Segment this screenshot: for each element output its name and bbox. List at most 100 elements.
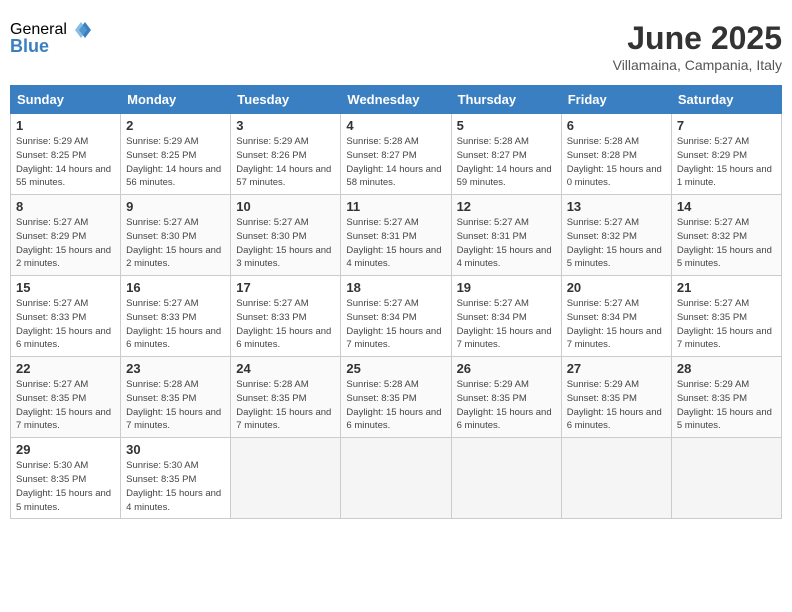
sunrise-label: Sunrise: 5:27 AM [236, 217, 308, 228]
sunset-label: Sunset: 8:32 PM [567, 231, 637, 242]
calendar-cell: 17 Sunrise: 5:27 AM Sunset: 8:33 PM Dayl… [231, 276, 341, 357]
day-info: Sunrise: 5:27 AM Sunset: 8:35 PM Dayligh… [16, 378, 115, 433]
sunset-label: Sunset: 8:34 PM [457, 312, 527, 323]
day-number: 20 [567, 280, 666, 295]
calendar-cell [231, 438, 341, 519]
day-info: Sunrise: 5:29 AM Sunset: 8:35 PM Dayligh… [457, 378, 556, 433]
calendar-header-monday: Monday [121, 86, 231, 114]
daylight-label: Daylight: 14 hours and 55 minutes. [16, 164, 111, 189]
sunset-label: Sunset: 8:33 PM [236, 312, 306, 323]
day-number: 6 [567, 118, 666, 133]
daylight-label: Daylight: 15 hours and 2 minutes. [126, 245, 221, 270]
calendar-cell: 4 Sunrise: 5:28 AM Sunset: 8:27 PM Dayli… [341, 114, 451, 195]
day-number: 5 [457, 118, 556, 133]
daylight-label: Daylight: 15 hours and 6 minutes. [346, 407, 441, 432]
sunrise-label: Sunrise: 5:27 AM [677, 136, 749, 147]
sunset-label: Sunset: 8:26 PM [236, 150, 306, 161]
day-info: Sunrise: 5:27 AM Sunset: 8:33 PM Dayligh… [126, 297, 225, 352]
day-info: Sunrise: 5:27 AM Sunset: 8:30 PM Dayligh… [126, 216, 225, 271]
day-info: Sunrise: 5:27 AM Sunset: 8:32 PM Dayligh… [677, 216, 776, 271]
calendar-cell: 22 Sunrise: 5:27 AM Sunset: 8:35 PM Dayl… [11, 357, 121, 438]
day-number: 30 [126, 442, 225, 457]
sunrise-label: Sunrise: 5:30 AM [126, 460, 198, 471]
calendar-cell: 8 Sunrise: 5:27 AM Sunset: 8:29 PM Dayli… [11, 195, 121, 276]
sunrise-label: Sunrise: 5:27 AM [677, 298, 749, 309]
sunrise-label: Sunrise: 5:28 AM [567, 136, 639, 147]
daylight-label: Daylight: 14 hours and 56 minutes. [126, 164, 221, 189]
sunrise-label: Sunrise: 5:28 AM [346, 379, 418, 390]
sunset-label: Sunset: 8:33 PM [16, 312, 86, 323]
sunset-label: Sunset: 8:31 PM [346, 231, 416, 242]
calendar-table: SundayMondayTuesdayWednesdayThursdayFrid… [10, 85, 782, 519]
daylight-label: Daylight: 15 hours and 3 minutes. [236, 245, 331, 270]
daylight-label: Daylight: 15 hours and 7 minutes. [567, 326, 662, 351]
daylight-label: Daylight: 15 hours and 6 minutes. [567, 407, 662, 432]
calendar-cell: 3 Sunrise: 5:29 AM Sunset: 8:26 PM Dayli… [231, 114, 341, 195]
sunset-label: Sunset: 8:30 PM [126, 231, 196, 242]
day-info: Sunrise: 5:30 AM Sunset: 8:35 PM Dayligh… [126, 459, 225, 514]
day-info: Sunrise: 5:27 AM Sunset: 8:35 PM Dayligh… [677, 297, 776, 352]
calendar-cell: 21 Sunrise: 5:27 AM Sunset: 8:35 PM Dayl… [671, 276, 781, 357]
sunrise-label: Sunrise: 5:29 AM [16, 136, 88, 147]
sunset-label: Sunset: 8:35 PM [236, 393, 306, 404]
day-number: 28 [677, 361, 776, 376]
day-info: Sunrise: 5:27 AM Sunset: 8:32 PM Dayligh… [567, 216, 666, 271]
calendar-cell: 6 Sunrise: 5:28 AM Sunset: 8:28 PM Dayli… [561, 114, 671, 195]
day-number: 16 [126, 280, 225, 295]
sunrise-label: Sunrise: 5:27 AM [236, 298, 308, 309]
location: Villamaina, Campania, Italy [613, 57, 782, 73]
calendar-week-1: 1 Sunrise: 5:29 AM Sunset: 8:25 PM Dayli… [11, 114, 782, 195]
sunset-label: Sunset: 8:30 PM [236, 231, 306, 242]
calendar-cell: 26 Sunrise: 5:29 AM Sunset: 8:35 PM Dayl… [451, 357, 561, 438]
daylight-label: Daylight: 14 hours and 58 minutes. [346, 164, 441, 189]
logo: General Blue [10, 20, 91, 57]
calendar-cell: 29 Sunrise: 5:30 AM Sunset: 8:35 PM Dayl… [11, 438, 121, 519]
day-info: Sunrise: 5:28 AM Sunset: 8:35 PM Dayligh… [126, 378, 225, 433]
day-number: 3 [236, 118, 335, 133]
calendar-week-5: 29 Sunrise: 5:30 AM Sunset: 8:35 PM Dayl… [11, 438, 782, 519]
day-number: 14 [677, 199, 776, 214]
sunset-label: Sunset: 8:35 PM [346, 393, 416, 404]
sunset-label: Sunset: 8:35 PM [16, 393, 86, 404]
header: General Blue June 2025 Villamaina, Campa… [10, 10, 782, 81]
calendar-cell: 5 Sunrise: 5:28 AM Sunset: 8:27 PM Dayli… [451, 114, 561, 195]
daylight-label: Daylight: 15 hours and 7 minutes. [677, 326, 772, 351]
sunset-label: Sunset: 8:34 PM [567, 312, 637, 323]
daylight-label: Daylight: 15 hours and 5 minutes. [677, 407, 772, 432]
calendar-cell: 25 Sunrise: 5:28 AM Sunset: 8:35 PM Dayl… [341, 357, 451, 438]
sunset-label: Sunset: 8:25 PM [16, 150, 86, 161]
day-number: 26 [457, 361, 556, 376]
sunset-label: Sunset: 8:31 PM [457, 231, 527, 242]
day-info: Sunrise: 5:27 AM Sunset: 8:31 PM Dayligh… [346, 216, 445, 271]
day-number: 4 [346, 118, 445, 133]
day-number: 25 [346, 361, 445, 376]
day-info: Sunrise: 5:27 AM Sunset: 8:31 PM Dayligh… [457, 216, 556, 271]
daylight-label: Daylight: 15 hours and 4 minutes. [346, 245, 441, 270]
sunset-label: Sunset: 8:35 PM [457, 393, 527, 404]
daylight-label: Daylight: 15 hours and 4 minutes. [126, 488, 221, 513]
day-info: Sunrise: 5:29 AM Sunset: 8:26 PM Dayligh… [236, 135, 335, 190]
day-number: 17 [236, 280, 335, 295]
calendar-cell [341, 438, 451, 519]
sunset-label: Sunset: 8:35 PM [16, 474, 86, 485]
sunrise-label: Sunrise: 5:27 AM [567, 217, 639, 228]
day-number: 8 [16, 199, 115, 214]
calendar-cell: 20 Sunrise: 5:27 AM Sunset: 8:34 PM Dayl… [561, 276, 671, 357]
day-info: Sunrise: 5:28 AM Sunset: 8:28 PM Dayligh… [567, 135, 666, 190]
calendar-cell [561, 438, 671, 519]
day-info: Sunrise: 5:29 AM Sunset: 8:35 PM Dayligh… [677, 378, 776, 433]
sunset-label: Sunset: 8:35 PM [567, 393, 637, 404]
sunrise-label: Sunrise: 5:29 AM [567, 379, 639, 390]
day-info: Sunrise: 5:27 AM Sunset: 8:29 PM Dayligh… [16, 216, 115, 271]
daylight-label: Daylight: 15 hours and 1 minute. [677, 164, 772, 189]
calendar-cell [671, 438, 781, 519]
calendar-cell: 12 Sunrise: 5:27 AM Sunset: 8:31 PM Dayl… [451, 195, 561, 276]
day-number: 12 [457, 199, 556, 214]
day-info: Sunrise: 5:27 AM Sunset: 8:30 PM Dayligh… [236, 216, 335, 271]
calendar-header-friday: Friday [561, 86, 671, 114]
day-number: 27 [567, 361, 666, 376]
daylight-label: Daylight: 14 hours and 57 minutes. [236, 164, 331, 189]
calendar-cell: 30 Sunrise: 5:30 AM Sunset: 8:35 PM Dayl… [121, 438, 231, 519]
day-number: 11 [346, 199, 445, 214]
sunset-label: Sunset: 8:33 PM [126, 312, 196, 323]
